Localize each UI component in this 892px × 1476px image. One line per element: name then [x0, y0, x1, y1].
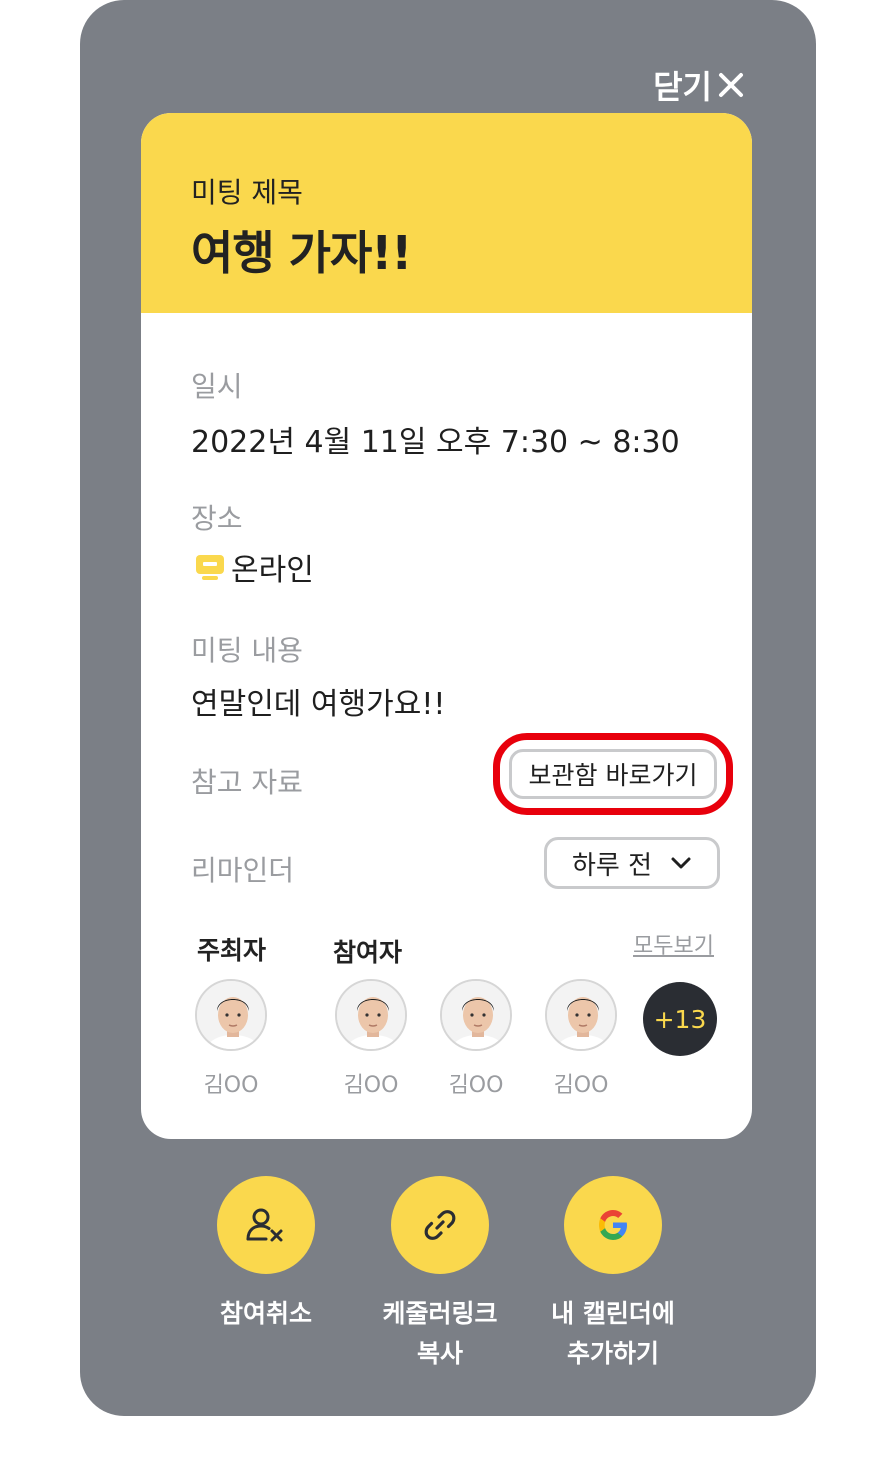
participant-person[interactable]: 김OO — [543, 979, 619, 1099]
participant-name: 김OO — [448, 1073, 504, 1098]
avatar — [545, 979, 617, 1051]
modal-overlay: 닫기 미팅 제목 여행 가자!! 일시 2022년 4월 11일 오후 7:30… — [80, 0, 816, 1416]
content-label: 미팅 내용 — [191, 634, 303, 667]
participant-person[interactable]: 김OO — [333, 979, 409, 1099]
avatar — [335, 979, 407, 1051]
copy-link-button[interactable] — [391, 1176, 489, 1274]
storage-shortcut-label: 보관함 바로가기 — [528, 761, 698, 790]
more-participants-badge[interactable]: +13 — [643, 982, 717, 1056]
place-label: 장소 — [191, 502, 243, 535]
content-value: 연말인데 여행가요!! — [191, 687, 446, 722]
avatar — [440, 979, 512, 1051]
user-remove-icon — [246, 1208, 283, 1242]
cancel-participation-label: 참여취소 — [219, 1299, 312, 1328]
add-calendar-label: 내 캘린더에 추가하기 — [551, 1299, 675, 1368]
add-calendar-action[interactable]: 내 캘린더에 추가하기 — [533, 1176, 693, 1374]
host-name: 김OO — [203, 1073, 259, 1098]
link-icon — [424, 1210, 456, 1240]
datetime-value: 2022년 4월 11일 오후 7:30 ~ 8:30 — [191, 425, 680, 460]
meeting-title: 여행 가자!! — [191, 226, 412, 280]
participant-name: 김OO — [343, 1073, 399, 1098]
copy-link-action[interactable]: 케줄러링크 복사 — [360, 1176, 520, 1374]
close-icon — [719, 73, 743, 97]
monitor-icon — [196, 555, 224, 580]
cancel-participation-button[interactable] — [217, 1176, 315, 1274]
participant-name: 김OO — [553, 1073, 609, 1098]
google-icon — [599, 1210, 627, 1240]
copy-link-label: 케줄러링크 복사 — [382, 1299, 498, 1368]
meeting-title-label: 미팅 제목 — [191, 176, 303, 209]
participants-label: 참여자 — [333, 938, 403, 967]
meeting-card: 미팅 제목 여행 가자!! 일시 2022년 4월 11일 오후 7:30 ~ … — [141, 113, 752, 1139]
host-label: 주최자 — [197, 936, 267, 965]
reminder-label: 리마인더 — [191, 854, 295, 887]
chevron-down-icon — [671, 857, 691, 869]
place-row: 온라인 — [195, 545, 314, 589]
card-header: 미팅 제목 여행 가자!! — [141, 113, 752, 313]
place-value: 온라인 — [231, 553, 314, 588]
add-calendar-button[interactable] — [564, 1176, 662, 1274]
reminder-select[interactable]: 하루 전 — [544, 837, 720, 889]
see-all-link[interactable]: 모두보기 — [633, 928, 714, 960]
cancel-participation-action[interactable]: 참여취소 — [186, 1176, 346, 1334]
datetime-label: 일시 — [191, 370, 243, 403]
participant-person[interactable]: 김OO — [438, 979, 514, 1099]
host-person[interactable]: 김OO — [193, 979, 269, 1099]
close-button[interactable]: 닫기 — [653, 62, 744, 108]
reminder-value: 하루 전 — [571, 850, 653, 881]
close-label: 닫기 — [653, 68, 712, 106]
storage-shortcut-button[interactable]: 보관함 바로가기 — [509, 749, 717, 799]
avatar — [195, 979, 267, 1051]
reference-label: 참고 자료 — [191, 766, 303, 799]
